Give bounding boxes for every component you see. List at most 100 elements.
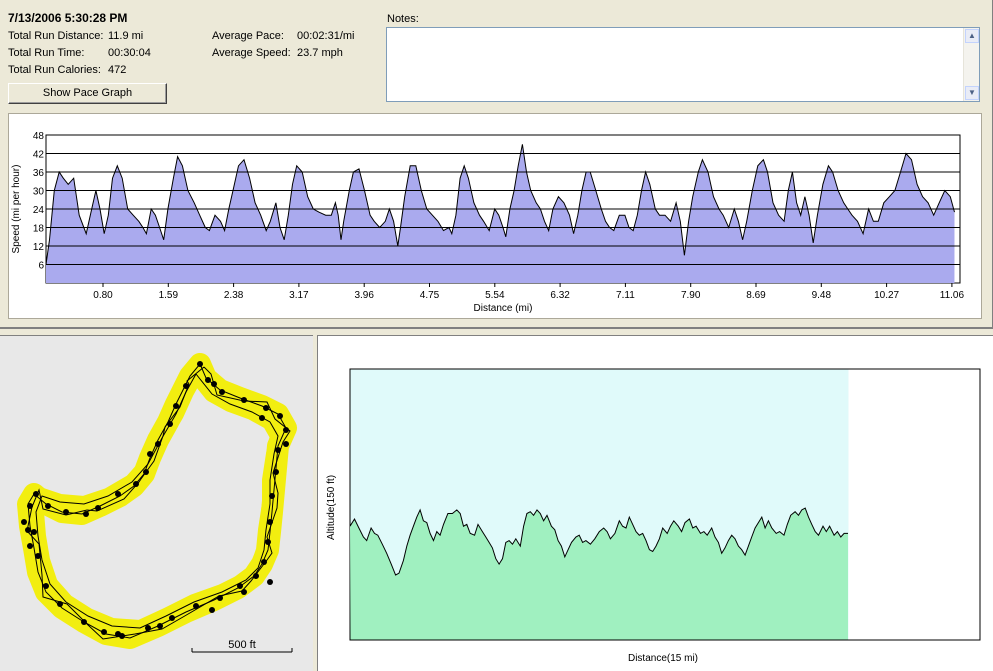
route-waypoint	[283, 441, 289, 447]
route-map-panel[interactable]: 500 ft	[0, 335, 313, 671]
route-waypoint	[143, 469, 149, 475]
altitude-chart: Distance(15 mi) Altitude(150 ft)	[326, 368, 981, 664]
route-waypoint	[241, 397, 247, 403]
route-waypoint	[273, 469, 279, 475]
route-waypoint	[197, 361, 203, 367]
route-waypoint	[183, 383, 189, 389]
scale-label: 500 ft	[228, 639, 256, 651]
notes-label: Notes:	[387, 13, 419, 25]
route-waypoint	[269, 493, 275, 499]
route-waypoint	[259, 415, 265, 421]
speed-xaxis-label: Distance (mi)	[474, 303, 533, 314]
speed-xtick-label: 11.06	[940, 290, 965, 301]
altitude-xaxis-label: Distance(15 mi)	[628, 653, 698, 664]
speed-xtick-label: 9.48	[812, 290, 832, 301]
route-waypoint	[173, 403, 179, 409]
route-waypoint	[209, 607, 215, 613]
route-waypoint	[277, 413, 283, 419]
route-waypoint	[63, 509, 69, 515]
route-waypoint	[241, 589, 247, 595]
route-waypoint	[211, 381, 217, 387]
route-waypoint	[33, 491, 39, 497]
route-waypoint	[219, 389, 225, 395]
route-waypoint	[21, 519, 27, 525]
route-waypoint	[167, 421, 173, 427]
route-waypoint	[115, 491, 121, 497]
route-waypoint	[83, 511, 89, 517]
route-waypoint	[205, 377, 211, 383]
pace-value: 00:02:31/mi	[297, 30, 355, 42]
route-waypoint	[237, 583, 243, 589]
route-waypoint	[35, 553, 41, 559]
route-highlight-inner	[28, 369, 286, 636]
speed-ytick-label: 24	[33, 205, 45, 216]
distance-value: 11.9 mi	[108, 30, 144, 42]
calories-value: 472	[108, 64, 127, 76]
speed-xtick-label: 7.90	[681, 290, 701, 301]
route-waypoint	[27, 543, 33, 549]
speed-ytick-label: 6	[38, 261, 44, 272]
route-waypoint	[57, 601, 63, 607]
speed-ytick-label: 12	[33, 242, 45, 253]
route-waypoint	[267, 579, 273, 585]
route-waypoint	[81, 619, 87, 625]
altitude-yaxis-label: Altitude(150 ft)	[326, 475, 337, 540]
route-waypoint	[267, 519, 273, 525]
speed-xtick-label: 4.75	[420, 290, 440, 301]
speed-xtick-label: 7.11	[616, 290, 635, 301]
speed-xtick-label: 3.17	[289, 290, 309, 301]
route-waypoint	[145, 625, 151, 631]
route-waypoint	[147, 451, 153, 457]
run-summary-panel: 7/13/2006 5:30:28 PM Total Run Distance:…	[0, 0, 993, 329]
route-waypoint	[265, 539, 271, 545]
route-waypoint	[155, 441, 161, 447]
route-waypoint	[27, 503, 33, 509]
speed-xtick-label: 10.27	[874, 290, 899, 301]
scroll-up-icon[interactable]: ▲	[965, 29, 979, 43]
time-value: 00:30:04	[108, 47, 151, 59]
route-waypoint	[115, 631, 121, 637]
speed-ytick-label: 42	[33, 150, 45, 161]
route-waypoint	[169, 615, 175, 621]
show-pace-graph-button[interactable]: Show Pace Graph	[8, 83, 167, 104]
time-label: Total Run Time:	[8, 47, 85, 59]
speed-xtick-label: 5.54	[485, 290, 505, 301]
route-waypoint	[275, 447, 281, 453]
run-timestamp: 7/13/2006 5:30:28 PM	[8, 11, 128, 25]
route-waypoint	[157, 623, 163, 629]
speed-xtick-label: 3.96	[354, 290, 374, 301]
route-waypoint	[43, 583, 49, 589]
speed-xtick-label: 6.32	[550, 290, 570, 301]
route-waypoint	[101, 629, 107, 635]
route-waypoint	[25, 527, 31, 533]
speed-yaxis-label: Speed (mi per hour)	[11, 165, 22, 254]
scroll-down-icon[interactable]: ▼	[965, 86, 979, 100]
speed-value: 23.7 mph	[297, 47, 343, 59]
route-waypoint	[133, 481, 139, 487]
route-waypoint	[95, 505, 101, 511]
speed-ytick-label: 30	[33, 187, 45, 198]
route-waypoint	[263, 405, 269, 411]
speed-chart: 6 12 18 24 30 36 42 48 0.80 1.59 2.38 3.17 3.96 4.75 5…	[11, 131, 965, 314]
speed-ytick-label: 48	[33, 131, 45, 142]
notes-scrollbar[interactable]: ▲ ▼	[963, 28, 979, 101]
route-waypoint	[45, 503, 51, 509]
speed-xtick-label: 1.59	[159, 290, 179, 301]
speed-ytick-label: 36	[33, 168, 45, 179]
route-waypoint	[193, 603, 199, 609]
speed-xtick-label: 2.38	[224, 290, 244, 301]
route-waypoint	[217, 595, 223, 601]
altitude-panel: Distance(15 mi) Altitude(150 ft)	[317, 335, 993, 671]
notes-textarea[interactable]: ▲ ▼	[386, 27, 980, 102]
speed-ytick-label: 18	[33, 224, 45, 235]
speed-chart-frame: 6 12 18 24 30 36 42 48 0.80 1.59 2.38 3.17 3.96 4.75 5…	[8, 113, 982, 319]
run-detail-window: 7/13/2006 5:30:28 PM Total Run Distance:…	[0, 0, 993, 671]
speed-xtick-label: 8.69	[746, 290, 766, 301]
pace-label: Average Pace:	[212, 30, 284, 42]
route-waypoint	[31, 529, 37, 535]
route-map[interactable]: 500 ft	[0, 336, 313, 671]
distance-label: Total Run Distance:	[8, 30, 104, 42]
speed-xtick-label: 0.80	[93, 290, 113, 301]
route-waypoint	[261, 559, 267, 565]
speed-label: Average Speed:	[212, 47, 291, 59]
